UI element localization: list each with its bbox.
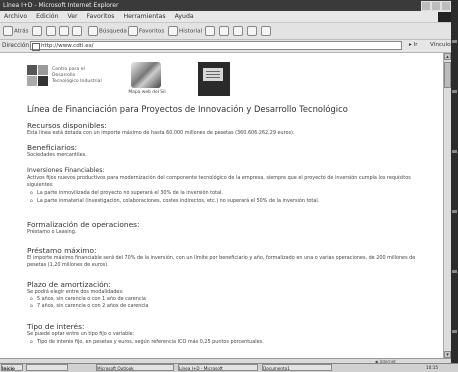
list-item: 5 años, sin carencia o con 1 año de care… — [30, 296, 146, 303]
desktop-edge — [451, 0, 458, 371]
edit-icon — [233, 26, 243, 36]
menu-bar: Archivo Edición Ver Favoritos Herramient… — [0, 11, 458, 23]
list-item: La parte inmovilizada del proyecto no su… — [30, 190, 223, 197]
search-button[interactable]: Búsqueda — [88, 26, 127, 36]
start-button[interactable]: Inicio — [1, 364, 23, 371]
print-button[interactable] — [219, 26, 230, 36]
quick-launch[interactable] — [26, 364, 68, 371]
close-icon[interactable] — [441, 1, 451, 11]
prestamo-text-2: pesetas (1,20 millones de euros). — [27, 262, 109, 268]
formalizacion-heading: Formalización de operaciones: — [27, 220, 140, 229]
mail-icon — [205, 26, 215, 36]
scroll-thumb[interactable] — [444, 62, 451, 88]
menu-file[interactable]: Archivo — [4, 11, 27, 22]
address-input[interactable]: http://www.cdti.es/ — [30, 41, 402, 51]
page-viewport: Centro para el Desarrollo Tecnológico In… — [0, 53, 443, 358]
refresh-icon — [59, 26, 69, 36]
menu-view[interactable]: Ver — [67, 11, 77, 22]
inversiones-text-2: siguientes: — [27, 182, 54, 188]
scroll-up-icon[interactable]: ▴ — [444, 53, 451, 60]
taskbar-item[interactable]: Microsoft Outlook — [96, 364, 174, 371]
list-item: La parte inmaterial (investigación, cola… — [30, 198, 319, 205]
menu-edit[interactable]: Edición — [36, 11, 58, 22]
menu-favorites[interactable]: Favoritos — [87, 11, 115, 22]
site-map-logo[interactable]: Mapa web del SiI — [123, 62, 171, 98]
vertical-scrollbar[interactable]: ▴ ▾ — [443, 53, 451, 358]
recursos-heading: Recursos disponibles: — [27, 121, 107, 130]
address-url: http://www.cdti.es/ — [41, 43, 94, 49]
menu-tools[interactable]: Herramientas — [123, 11, 165, 22]
list-item: Tipo de interés fijo, en pesetas y euros… — [30, 339, 264, 346]
beneficiarios-heading: Beneficiarios: — [27, 143, 78, 152]
cdti-logo[interactable]: Centro para el Desarrollo Tecnológico In… — [27, 65, 102, 95]
edit-button[interactable] — [233, 26, 244, 36]
formalizacion-text: Préstamo o Leasing. — [27, 229, 77, 235]
mail-button[interactable] — [205, 26, 216, 36]
site-map-logo-text: Mapa web del SiI — [128, 90, 166, 95]
search-icon — [88, 26, 98, 36]
favorites-icon — [128, 26, 138, 36]
inversiones-heading: Inversiones Financiables: — [27, 167, 105, 174]
discuss-button[interactable] — [247, 26, 258, 36]
inversiones-text-1: Activos fijos nuevos productivos para mo… — [27, 175, 411, 181]
back-arrow-icon — [3, 26, 13, 36]
history-button[interactable]: Historial — [168, 26, 202, 36]
messenger-button[interactable] — [261, 26, 272, 36]
minimize-icon[interactable] — [421, 1, 431, 11]
list-item: 7 años, sin carencia o con 2 años de car… — [30, 303, 148, 310]
taskbar-item[interactable]: Documento1 — [262, 364, 332, 371]
recursos-text: Esta línea está dotada con un importe má… — [27, 130, 295, 136]
taskbar-item[interactable]: Línea I+D - Microsoft — [178, 364, 258, 371]
prestamo-text-1: El importe máximo financiable será del 7… — [27, 255, 416, 261]
forward-arrow-icon — [32, 26, 42, 36]
home-button[interactable] — [72, 26, 83, 36]
window-title: Línea I+D - Microsoft Internet Explorer — [3, 2, 119, 9]
tipo-text: Se puede optar entre un tipo fijo o vari… — [27, 331, 135, 337]
cdti-logo-text: Centro para el Desarrollo Tecnológico In… — [52, 67, 102, 84]
tray-clock: 10:15 — [426, 365, 439, 370]
history-icon — [168, 26, 178, 36]
plazo-text: Se podrá elegir entre dos modalidades: — [27, 289, 124, 295]
print-icon — [219, 26, 229, 36]
plazo-heading: Plazo de amortización: — [27, 280, 111, 289]
site-map-image — [131, 62, 161, 88]
prestamo-heading: Préstamo máximo: — [27, 246, 97, 255]
favorites-button[interactable]: Favoritos — [128, 26, 164, 36]
scroll-down-icon[interactable]: ▾ — [444, 351, 451, 358]
page-title: Línea de Financiación para Proyectos de … — [27, 104, 348, 114]
forward-button[interactable] — [32, 26, 43, 36]
beneficiarios-text: Sociedades mercantiles. — [27, 152, 87, 158]
go-button[interactable]: ▸ Ir — [409, 41, 418, 50]
menu-help[interactable]: Ayuda — [175, 11, 194, 22]
page-icon — [32, 43, 40, 51]
document-logo[interactable] — [198, 62, 230, 96]
links-button[interactable]: Vínculos — [430, 41, 453, 50]
tipo-heading: Tipo de interés: — [27, 322, 85, 331]
window-title-bar: Línea I+D - Microsoft Internet Explorer — [0, 0, 458, 11]
address-label: Dirección — [2, 43, 30, 49]
stop-button[interactable] — [46, 26, 57, 36]
address-bar: Dirección http://www.cdti.es/ ▸ Ir Víncu… — [0, 40, 458, 53]
stop-icon — [46, 26, 56, 36]
messenger-icon — [261, 26, 271, 36]
back-button[interactable]: Atrás — [3, 26, 29, 36]
standard-toolbar: Atrás Búsqueda Favoritos Historial — [0, 23, 458, 40]
refresh-button[interactable] — [59, 26, 70, 36]
discuss-icon — [247, 26, 257, 36]
home-icon — [72, 26, 82, 36]
logo-row: Centro para el Desarrollo Tecnológico In… — [27, 62, 237, 100]
maximize-icon[interactable] — [431, 1, 441, 11]
